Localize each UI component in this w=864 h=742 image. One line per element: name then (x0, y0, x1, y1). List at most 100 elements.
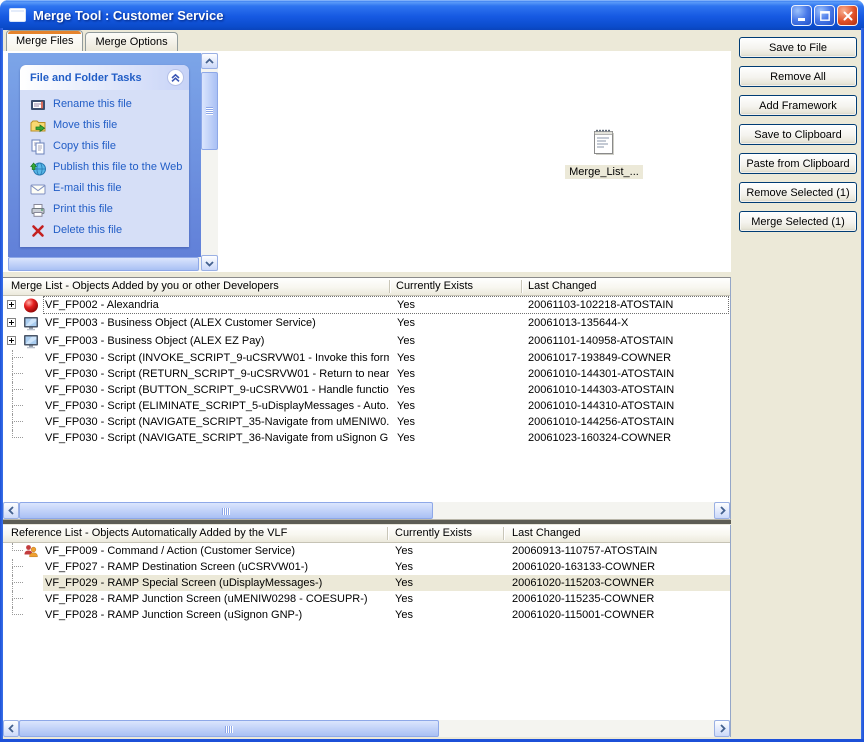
table-row[interactable]: VF_FP003 - Business Object (ALEX Custome… (3, 314, 730, 332)
task-panel-header[interactable]: File and Folder Tasks (20, 65, 189, 90)
expand-icon[interactable] (7, 300, 16, 309)
task-label: Rename this file (53, 97, 132, 111)
computer-icon (23, 315, 39, 331)
save-to-file-button[interactable]: Save to File (739, 37, 857, 58)
table-row[interactable]: VF_FP030 - Script (NAVIGATE_SCRIPT_35-Na… (3, 414, 730, 430)
cell-currently-exists: Yes (397, 430, 415, 446)
paste-from-clipboard-button[interactable]: Paste from Clipboard (739, 153, 857, 174)
cell-object-name: VF_FP029 - RAMP Special Screen (uDisplay… (45, 575, 322, 591)
remove-all-button[interactable]: Remove All (739, 66, 857, 87)
cell-last-changed: 20060913-110757-ATOSTAIN (512, 543, 657, 559)
minimize-icon[interactable] (791, 5, 812, 26)
tree-line (12, 575, 23, 583)
rename-file-icon (30, 97, 46, 113)
scroll-up-icon[interactable] (201, 53, 218, 69)
merge-list-file[interactable]: Merge_List_... (546, 127, 662, 180)
cell-last-changed: 20061103-102218-ATOSTAIN (528, 296, 673, 314)
column-header[interactable]: Currently Exists (396, 278, 473, 295)
expand-icon[interactable] (7, 336, 16, 345)
tree-line (12, 406, 13, 414)
table-row[interactable]: VF_FP027 - RAMP Destination Screen (uCSR… (3, 559, 730, 575)
reference-list-section: Reference List - Objects Automatically A… (3, 525, 731, 737)
table-row[interactable]: VF_FP003 - Business Object (ALEX EZ Pay)… (3, 332, 730, 350)
cell-last-changed: 20061010-144310-ATOSTAIN (528, 398, 674, 414)
cell-currently-exists: Yes (395, 543, 413, 559)
cell-currently-exists: Yes (395, 559, 413, 575)
cell-currently-exists: Yes (397, 332, 415, 350)
task-delete-this-file[interactable]: Delete this file (30, 223, 185, 239)
column-header[interactable]: Currently Exists (395, 525, 472, 542)
cell-last-changed: 20061013-135644-X (528, 314, 628, 332)
table-row[interactable]: VF_FP030 - Script (ELIMINATE_SCRIPT_5-uD… (3, 398, 730, 414)
column-separator[interactable] (387, 527, 388, 540)
chevron-up-icon[interactable] (167, 69, 184, 86)
taskpane-vertical-scrollbar[interactable] (201, 53, 218, 271)
column-header[interactable]: Merge List - Objects Added by you or oth… (11, 278, 279, 295)
cell-last-changed: 20061101-140958-ATOSTAIN (528, 332, 673, 350)
table-row[interactable]: VF_FP030 - Script (INVOKE_SCRIPT_9-uCSRV… (3, 350, 730, 366)
task-label: E-mail this file (53, 181, 121, 195)
column-separator[interactable] (389, 280, 390, 293)
move-file-icon (30, 118, 46, 134)
cell-currently-exists: Yes (395, 607, 413, 623)
save-to-clipboard-button[interactable]: Save to Clipboard (739, 124, 857, 145)
task-email-this-file[interactable]: E-mail this file (30, 181, 185, 197)
reference-list-header: Reference List - Objects Automatically A… (3, 525, 730, 543)
tab-merge-options[interactable]: Merge Options (85, 32, 177, 51)
cell-currently-exists: Yes (395, 575, 413, 591)
column-header[interactable]: Last Changed (512, 525, 581, 542)
expand-icon[interactable] (7, 318, 16, 327)
tree-line (12, 366, 23, 374)
table-row[interactable]: VF_FP028 - RAMP Junction Screen (uMENIW0… (3, 591, 730, 607)
scrollbar-thumb[interactable] (19, 720, 439, 737)
close-icon[interactable] (837, 5, 858, 26)
tree-line (12, 398, 23, 406)
tree-line (12, 414, 23, 422)
column-header[interactable]: Reference List - Objects Automatically A… (11, 525, 287, 542)
table-row[interactable]: VF_FP002 - Alexandria Yes 20061103-10221… (3, 296, 730, 314)
merge-list-header: Merge List - Objects Added by you or oth… (3, 278, 730, 296)
scroll-right-icon[interactable] (714, 720, 730, 737)
task-print-this-file[interactable]: Print this file (30, 202, 185, 218)
reference-list-horizontal-scrollbar[interactable] (3, 720, 730, 737)
tree-line (12, 567, 13, 575)
task-publish-this-file[interactable]: Publish this file to the Web (30, 160, 185, 176)
column-separator[interactable] (521, 280, 522, 293)
file-canvas: Merge_List_... (218, 51, 731, 272)
scrollbar-thumb[interactable] (8, 257, 199, 271)
titlebar[interactable]: Merge Tool : Customer Service (0, 0, 864, 30)
table-row[interactable]: VF_FP030 - Script (NAVIGATE_SCRIPT_36-Na… (3, 430, 730, 446)
remove-selected-button[interactable]: Remove Selected (1) (739, 182, 857, 203)
tree-line (12, 374, 13, 382)
cell-currently-exists: Yes (397, 314, 415, 332)
scroll-down-icon[interactable] (201, 255, 218, 271)
merge-selected-button[interactable]: Merge Selected (1) (739, 211, 857, 232)
task-copy-this-file[interactable]: Copy this file (30, 139, 185, 155)
merge-list-horizontal-scrollbar[interactable] (3, 502, 730, 519)
task-rename-this-file[interactable]: Rename this file (30, 97, 185, 113)
table-row[interactable]: VF_FP030 - Script (RETURN_SCRIPT_9-uCSRV… (3, 366, 730, 382)
cell-last-changed: 20061017-193849-COWNER (528, 350, 671, 366)
scrollbar-thumb[interactable] (19, 502, 433, 519)
scroll-right-icon[interactable] (714, 502, 730, 519)
column-header[interactable]: Last Changed (528, 278, 597, 295)
scroll-left-icon[interactable] (3, 720, 19, 737)
copy-file-icon (30, 139, 46, 155)
taskpane-horizontal-scrollbar[interactable] (8, 257, 201, 271)
tree-line (12, 599, 13, 607)
column-separator[interactable] (503, 527, 504, 540)
tab-bar: Merge Files Merge Options (6, 30, 180, 51)
scrollbar-thumb[interactable] (201, 72, 218, 150)
table-row[interactable]: VF_FP030 - Script (BUTTON_SCRIPT_9-uCSRV… (3, 382, 730, 398)
table-row selected-row[interactable]: VF_FP029 - RAMP Special Screen (uDisplay… (3, 575, 730, 591)
tab-merge-files[interactable]: Merge Files (6, 30, 83, 51)
cell-object-name: VF_FP003 - Business Object (ALEX Custome… (45, 314, 316, 332)
table-row[interactable]: VF_FP009 - Command / Action (Customer Se… (3, 543, 730, 559)
tree-line (12, 350, 23, 358)
add-framework-button[interactable]: Add Framework (739, 95, 857, 116)
table-row[interactable]: VF_FP028 - RAMP Junction Screen (uSignon… (3, 607, 730, 623)
scroll-left-icon[interactable] (3, 502, 19, 519)
cell-currently-exists: Yes (395, 591, 413, 607)
task-move-this-file[interactable]: Move this file (30, 118, 185, 134)
maximize-icon[interactable] (814, 5, 835, 26)
